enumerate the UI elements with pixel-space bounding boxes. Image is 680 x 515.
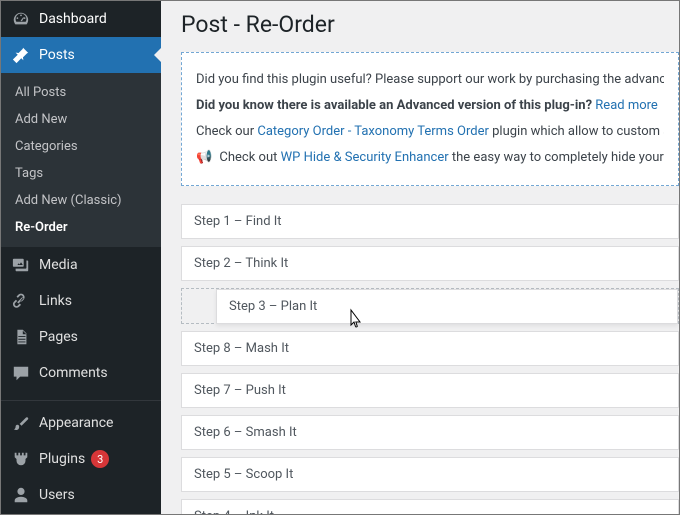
read-more-link[interactable]: Read more — [595, 98, 658, 113]
user-icon — [11, 485, 31, 505]
menu-plugins[interactable]: Plugins 3 — [1, 441, 161, 477]
list-item[interactable]: Step 2 – Think It — [181, 246, 679, 281]
category-order-link[interactable]: Category Order - Taxonomy Terms Order — [257, 124, 489, 139]
plugin-icon — [11, 449, 31, 469]
menu-pages-label: Pages — [39, 329, 78, 345]
plugins-update-badge: 3 — [91, 450, 109, 468]
submenu-add-new[interactable]: Add New — [1, 106, 161, 133]
menu-posts-label: Posts — [39, 47, 75, 63]
menu-comments[interactable]: Comments — [1, 355, 161, 391]
notice-line-3: Check our Category Order - Taxonomy Term… — [196, 121, 664, 143]
menu-comments-label: Comments — [39, 365, 108, 381]
submenu-all-posts[interactable]: All Posts — [1, 79, 161, 106]
menu-pages[interactable]: Pages — [1, 319, 161, 355]
page-icon — [11, 327, 31, 347]
notice-line-4: 📢 Check out WP Hide & Security Enhancer … — [196, 147, 664, 169]
drop-placeholder: Step 3 – Plan It — [181, 288, 679, 324]
content-area: Post - Re-Order Did you find this plugin… — [161, 1, 679, 514]
comment-icon — [11, 363, 31, 383]
menu-media-label: Media — [39, 257, 78, 273]
menu-separator — [1, 395, 161, 401]
menu-users-label: Users — [39, 487, 75, 503]
submenu-add-new-classic[interactable]: Add New (Classic) — [1, 187, 161, 214]
menu-appearance-label: Appearance — [39, 415, 113, 431]
list-item[interactable]: Step 7 – Push It — [181, 373, 679, 408]
menu-links[interactable]: Links — [1, 283, 161, 319]
megaphone-icon: 📢 — [196, 150, 212, 165]
menu-plugins-label: Plugins — [39, 451, 85, 467]
menu-dashboard[interactable]: Dashboard — [1, 1, 161, 37]
submenu-categories[interactable]: Categories — [1, 133, 161, 160]
notice-line-1: Did you find this plugin useful? Please … — [196, 69, 664, 91]
list-item[interactable]: Step 6 – Smash It — [181, 415, 679, 450]
list-item[interactable]: Step 8 – Mash It — [181, 331, 679, 366]
menu-media[interactable]: Media — [1, 247, 161, 283]
list-item[interactable]: Step 5 – Scoop It — [181, 457, 679, 492]
menu-appearance[interactable]: Appearance — [1, 405, 161, 441]
posts-submenu: All Posts Add New Categories Tags Add Ne… — [1, 73, 161, 247]
notice-line-2-strong: Did you know there is available an Advan… — [196, 98, 592, 113]
menu-users[interactable]: Users — [1, 477, 161, 513]
list-item-dragging[interactable]: Step 3 – Plan It — [216, 289, 678, 324]
submenu-reorder[interactable]: Re-Order — [1, 214, 161, 241]
sortable-list: Step 1 – Find It Step 2 – Think It Step … — [181, 204, 679, 514]
media-icon — [11, 255, 31, 275]
pin-icon — [11, 45, 31, 65]
menu-links-label: Links — [39, 293, 72, 309]
info-notice: Did you find this plugin useful? Please … — [181, 52, 679, 186]
dashboard-icon — [11, 9, 31, 29]
brush-icon — [11, 413, 31, 433]
menu-posts[interactable]: Posts — [1, 37, 161, 73]
list-item[interactable]: Step 4 – Ink It — [181, 499, 679, 514]
admin-sidebar: Dashboard Posts All Posts Add New Catego… — [1, 1, 161, 514]
wp-hide-link[interactable]: WP Hide & Security Enhancer — [281, 150, 449, 165]
notice-line-2: Did you know there is available an Advan… — [196, 95, 664, 117]
menu-dashboard-label: Dashboard — [39, 11, 107, 27]
page-title: Post - Re-Order — [181, 11, 679, 38]
list-item[interactable]: Step 1 – Find It — [181, 204, 679, 239]
link-icon — [11, 291, 31, 311]
submenu-tags[interactable]: Tags — [1, 160, 161, 187]
